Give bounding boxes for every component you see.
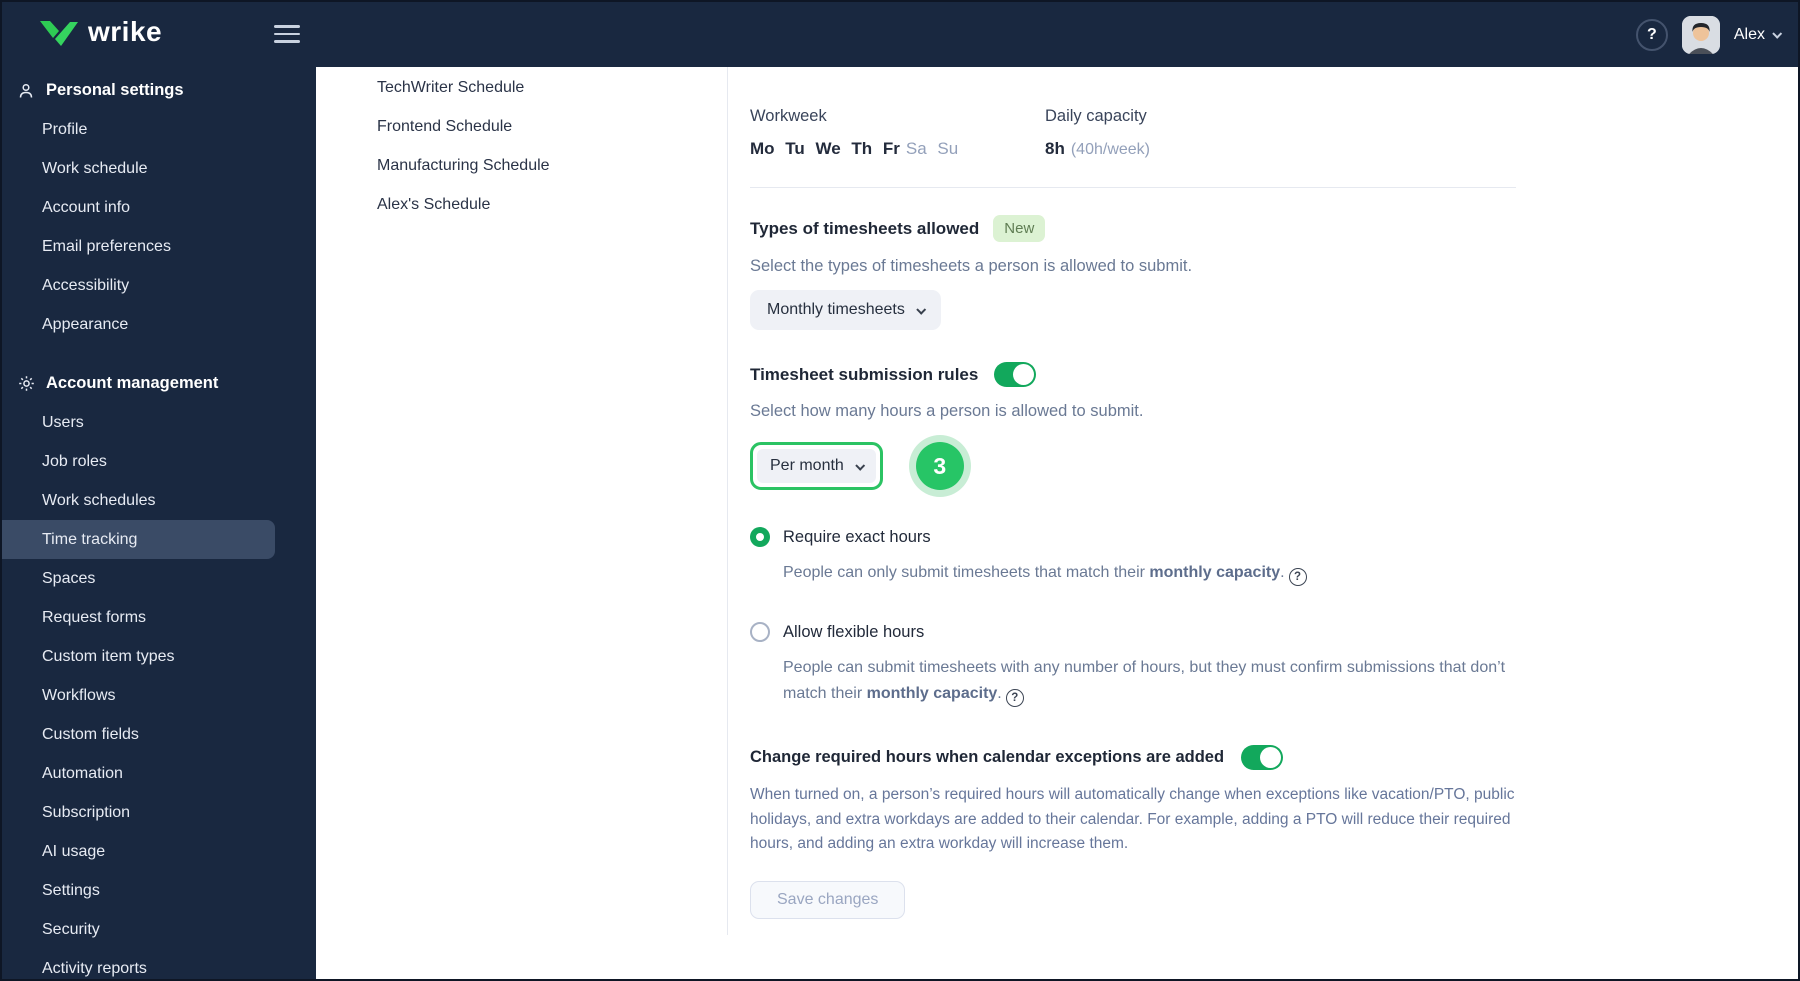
tutorial-step-badge: 3 <box>915 442 964 490</box>
help-icon[interactable]: ? <box>1635 18 1668 51</box>
allow-flexible-hours-description: People can submit timesheets with any nu… <box>783 655 1545 707</box>
user-name-label: Alex <box>1733 25 1765 43</box>
chevron-down-icon <box>916 304 927 315</box>
schedule-item-alex[interactable]: Alex's Schedule <box>316 185 727 224</box>
wrike-logo-icon <box>40 21 78 46</box>
gear-icon <box>16 375 36 392</box>
sidebar-item-automation[interactable]: Automation <box>2 754 316 793</box>
calendar-exceptions-description: When turned on, a person’s required hour… <box>750 786 1515 852</box>
sidebar-item-job-roles[interactable]: Job roles <box>2 442 316 481</box>
radio-selected-icon[interactable] <box>750 527 770 547</box>
schedule-item-manufacturing[interactable]: Manufacturing Schedule <box>316 146 727 185</box>
daily-capacity-label: Daily capacity <box>1045 107 1147 125</box>
sidebar-item-security[interactable]: Security <box>2 910 316 949</box>
sidebar-item-work-schedule[interactable]: Work schedule <box>2 149 316 188</box>
require-exact-hours-label: Require exact hours <box>783 527 931 546</box>
sidebar-section-gap <box>2 344 316 364</box>
sidebar-item-custom-item-types[interactable]: Custom item types <box>2 637 316 676</box>
avatar[interactable] <box>1681 15 1720 54</box>
workweek-days: Mo Tu We Th Fr Sa Su <box>750 139 1045 159</box>
workweek-active-days: Mo Tu We Th Fr <box>750 139 900 158</box>
sidebar-item-settings[interactable]: Settings <box>2 871 316 910</box>
question-mark-icon[interactable]: ? <box>1005 689 1024 707</box>
weekly-capacity-note: (40h/week) <box>1070 141 1150 158</box>
timesheet-types-title: Types of timesheets allowed <box>750 218 980 238</box>
sidebar-item-ai-usage[interactable]: AI usage <box>2 832 316 871</box>
app-window: wrike ? Alex Personal settings Profile W… <box>0 0 1800 981</box>
allow-flexible-hours-label: Allow flexible hours <box>783 622 925 641</box>
timesheet-type-dropdown-value: Monthly timesheets <box>767 301 905 318</box>
new-badge: New <box>993 215 1046 242</box>
calendar-exceptions-title: Change required hours when calendar exce… <box>750 748 1225 766</box>
timesheet-types-header: Types of timesheets allowed New <box>750 215 1798 242</box>
workweek-block: Workweek Mo Tu We Th Fr Sa Su <box>750 107 1045 159</box>
submission-rules-title: Timesheet submission rules <box>750 364 979 384</box>
schedule-item-techwriter[interactable]: TechWriter Schedule <box>316 68 727 107</box>
chevron-down-icon <box>855 460 865 471</box>
question-mark-icon[interactable]: ? <box>1288 568 1307 586</box>
top-bar: wrike ? Alex <box>2 2 1798 67</box>
person-icon <box>16 83 36 99</box>
period-dropdown-row: Per month 3 <box>750 435 1798 497</box>
sidebar-item-appearance[interactable]: Appearance <box>2 305 316 344</box>
timesheet-types-description: Select the types of timesheets a person … <box>750 257 1193 275</box>
sidebar-section-account-management[interactable]: Account management <box>2 364 316 403</box>
sidebar-item-profile[interactable]: Profile <box>2 110 316 149</box>
avatar-image <box>1681 15 1720 54</box>
workweek-inactive-days: Sa Su <box>905 139 959 158</box>
schedules-panel: TechWriter Schedule Frontend Schedule Ma… <box>316 67 727 979</box>
calendar-exceptions-toggle[interactable] <box>1241 745 1284 770</box>
save-changes-button[interactable]: Save changes <box>750 880 906 919</box>
sidebar-item-custom-fields[interactable]: Custom fields <box>2 715 316 754</box>
sidebar-item-subscription[interactable]: Subscription <box>2 793 316 832</box>
wrike-logo-text: wrike <box>88 16 163 47</box>
wrike-logo[interactable]: wrike <box>40 16 162 48</box>
sidebar-item-spaces[interactable]: Spaces <box>2 559 316 598</box>
allow-flexible-hours-option[interactable]: Allow flexible hours <box>750 622 1798 642</box>
period-dropdown[interactable]: Per month <box>757 449 876 483</box>
sidebar-item-email-preferences[interactable]: Email preferences <box>2 227 316 266</box>
workweek-label: Workweek <box>750 107 827 125</box>
sidebar-item-account-info[interactable]: Account info <box>2 188 316 227</box>
sidebar-item-accessibility[interactable]: Accessibility <box>2 266 316 305</box>
sidebar-item-users[interactable]: Users <box>2 403 316 442</box>
require-exact-hours-description: People can only submit timesheets that m… <box>783 560 1545 586</box>
sidebar-item-request-forms[interactable]: Request forms <box>2 598 316 637</box>
tutorial-highlight-box: Per month <box>750 442 883 490</box>
sidebar-item-time-tracking[interactable]: Time tracking <box>2 520 275 559</box>
section-divider <box>750 187 1516 188</box>
require-exact-hours-option[interactable]: Require exact hours <box>750 527 1798 547</box>
period-dropdown-value: Per month <box>770 457 844 474</box>
submission-rules-toggle[interactable] <box>994 362 1037 387</box>
submission-rules-header: Timesheet submission rules <box>750 362 1798 387</box>
calendar-exceptions-header: Change required hours when calendar exce… <box>750 745 1798 770</box>
time-tracking-settings: Workweek Mo Tu We Th Fr Sa Su Daily capac… <box>728 67 1798 979</box>
radio-unselected-icon[interactable] <box>750 622 770 642</box>
daily-capacity-value: 8h <box>1045 139 1065 158</box>
daily-capacity-block: Daily capacity 8h (40h/week) <box>1045 107 1150 159</box>
hamburger-menu-icon[interactable] <box>274 25 300 48</box>
user-menu[interactable]: Alex <box>1733 25 1783 44</box>
timesheet-type-dropdown[interactable]: Monthly timesheets <box>750 290 941 330</box>
hours-rule-options: Require exact hours People can only subm… <box>750 527 1798 707</box>
settings-sidebar: Personal settings Profile Work schedule … <box>2 67 316 979</box>
sidebar-section-personal-settings[interactable]: Personal settings <box>2 71 316 110</box>
submission-rules-description: Select how many hours a person is allowe… <box>750 402 1144 420</box>
topbar-right: ? Alex <box>1635 2 1783 67</box>
sidebar-item-activity-reports[interactable]: Activity reports <box>2 949 316 979</box>
sidebar-item-work-schedules[interactable]: Work schedules <box>2 481 316 520</box>
capacity-summary: Workweek Mo Tu We Th Fr Sa Su Daily capac… <box>750 107 1798 159</box>
daily-capacity-value-row: 8h (40h/week) <box>1045 139 1150 159</box>
sidebar-item-workflows[interactable]: Workflows <box>2 676 316 715</box>
tutorial-step-halo: 3 <box>908 435 971 497</box>
chevron-down-icon <box>1772 28 1783 39</box>
schedule-item-frontend[interactable]: Frontend Schedule <box>316 107 727 146</box>
